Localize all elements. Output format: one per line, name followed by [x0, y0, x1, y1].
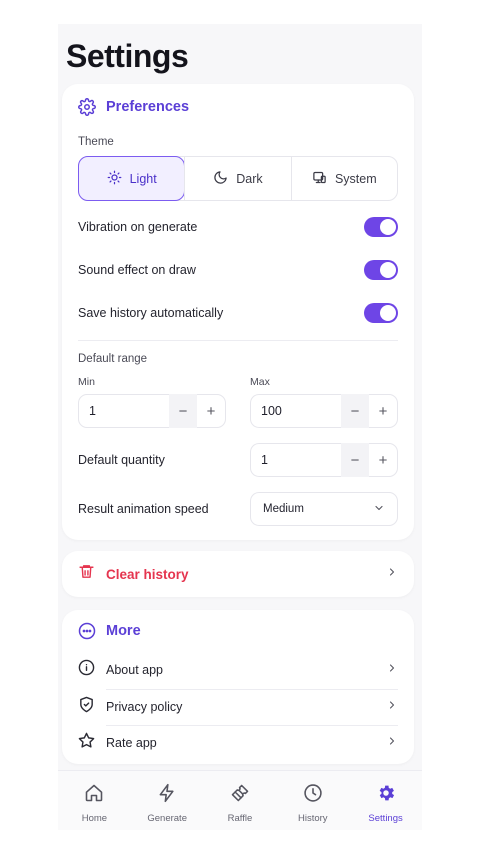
- toggle-label: Sound effect on draw: [78, 263, 196, 277]
- info-icon: [78, 659, 95, 681]
- chevron-right-icon: [386, 565, 398, 583]
- tab-label: Raffle: [227, 813, 253, 824]
- tab-label: History: [298, 813, 328, 824]
- tab-label: Home: [81, 813, 108, 824]
- min-label: Min: [78, 376, 95, 388]
- gear-icon: [78, 98, 96, 116]
- ticket-icon: [230, 783, 250, 808]
- save-history-toggle[interactable]: [364, 303, 398, 323]
- tab-raffle[interactable]: Raffle: [204, 771, 277, 830]
- quantity-stepper: 1 − +: [250, 443, 398, 477]
- tab-settings[interactable]: Settings: [349, 771, 422, 830]
- clear-history-card[interactable]: Clear history: [62, 551, 414, 597]
- more-title: More: [106, 623, 141, 639]
- max-value[interactable]: 100: [251, 404, 341, 418]
- clock-icon: [303, 783, 323, 808]
- toggle-row-vibration: Vibration on generate: [78, 216, 398, 238]
- page-title: Settings: [66, 38, 189, 74]
- bottom-tab-bar: Home Generate Raffle History Settings: [58, 770, 422, 830]
- tab-home[interactable]: Home: [58, 771, 131, 830]
- tab-history[interactable]: History: [276, 771, 349, 830]
- sound-toggle[interactable]: [364, 260, 398, 280]
- settings-screen: Settings Preferences Theme Light Dark Sy…: [58, 24, 422, 830]
- divider: [78, 340, 398, 341]
- quantity-label: Default quantity: [78, 453, 165, 467]
- chevron-right-icon: [386, 661, 398, 679]
- tab-label: Settings: [368, 813, 403, 824]
- gear-icon: [376, 783, 396, 808]
- theme-option-label: System: [334, 171, 377, 186]
- vibration-toggle[interactable]: [364, 217, 398, 237]
- min-increment-button[interactable]: +: [197, 394, 225, 428]
- quantity-increment-button[interactable]: +: [369, 443, 397, 477]
- tab-label: Generate: [147, 813, 187, 824]
- min-value[interactable]: 1: [79, 404, 169, 418]
- toggle-label: Save history automatically: [78, 306, 224, 320]
- tab-generate[interactable]: Generate: [131, 771, 204, 830]
- moon-icon: [213, 170, 228, 188]
- preferences-header: Preferences: [78, 98, 189, 116]
- more-item-rate[interactable]: Rate app: [78, 725, 398, 761]
- more-item-about[interactable]: About app: [78, 652, 398, 688]
- more-item-label: Rate app: [106, 736, 157, 750]
- bolt-icon: [157, 783, 177, 808]
- toggle-row-sound: Sound effect on draw: [78, 259, 398, 281]
- clear-history-label: Clear history: [106, 566, 189, 582]
- home-icon: [84, 783, 104, 808]
- theme-option-label: Light: [129, 171, 157, 186]
- animation-speed-label: Result animation speed: [78, 502, 209, 516]
- theme-option-label: Dark: [236, 171, 263, 186]
- toggle-row-save-history: Save history automatically: [78, 302, 398, 324]
- more-header: More: [78, 622, 141, 640]
- max-label: Max: [250, 376, 270, 388]
- more-item-label: Privacy policy: [106, 700, 183, 714]
- more-dots-icon: [78, 622, 96, 640]
- chevron-right-icon: [386, 734, 398, 752]
- quantity-decrement-button[interactable]: −: [341, 443, 369, 477]
- max-stepper: 100 − +: [250, 394, 398, 428]
- monitor-icon: [312, 170, 327, 188]
- preferences-card: Preferences Theme Light Dark System Vibr…: [62, 84, 414, 540]
- theme-option-system[interactable]: System: [290, 157, 397, 200]
- star-icon: [78, 732, 95, 754]
- chevron-down-icon: [373, 502, 385, 517]
- sun-icon: [107, 170, 122, 188]
- quantity-value[interactable]: 1: [251, 453, 341, 467]
- default-range-label: Default range: [78, 353, 148, 365]
- shield-check-icon: [78, 696, 95, 718]
- more-item-privacy[interactable]: Privacy policy: [78, 689, 398, 725]
- toggle-label: Vibration on generate: [78, 220, 198, 234]
- theme-option-light[interactable]: Light: [78, 156, 186, 201]
- min-decrement-button[interactable]: −: [169, 394, 197, 428]
- clear-history-button[interactable]: Clear history: [78, 551, 398, 597]
- trash-icon: [78, 563, 95, 585]
- min-stepper: 1 − +: [78, 394, 226, 428]
- more-card: More About app Privacy policy Rate app: [62, 610, 414, 764]
- theme-option-dark[interactable]: Dark: [184, 157, 290, 200]
- chevron-right-icon: [386, 698, 398, 716]
- preferences-title: Preferences: [106, 99, 190, 115]
- theme-selector: Light Dark System: [78, 156, 398, 201]
- max-decrement-button[interactable]: −: [341, 394, 369, 428]
- max-increment-button[interactable]: +: [369, 394, 397, 428]
- theme-label: Theme: [78, 136, 114, 148]
- more-item-label: About app: [106, 663, 163, 677]
- animation-speed-value: Medium: [263, 503, 304, 515]
- animation-speed-select[interactable]: Medium: [250, 492, 398, 526]
